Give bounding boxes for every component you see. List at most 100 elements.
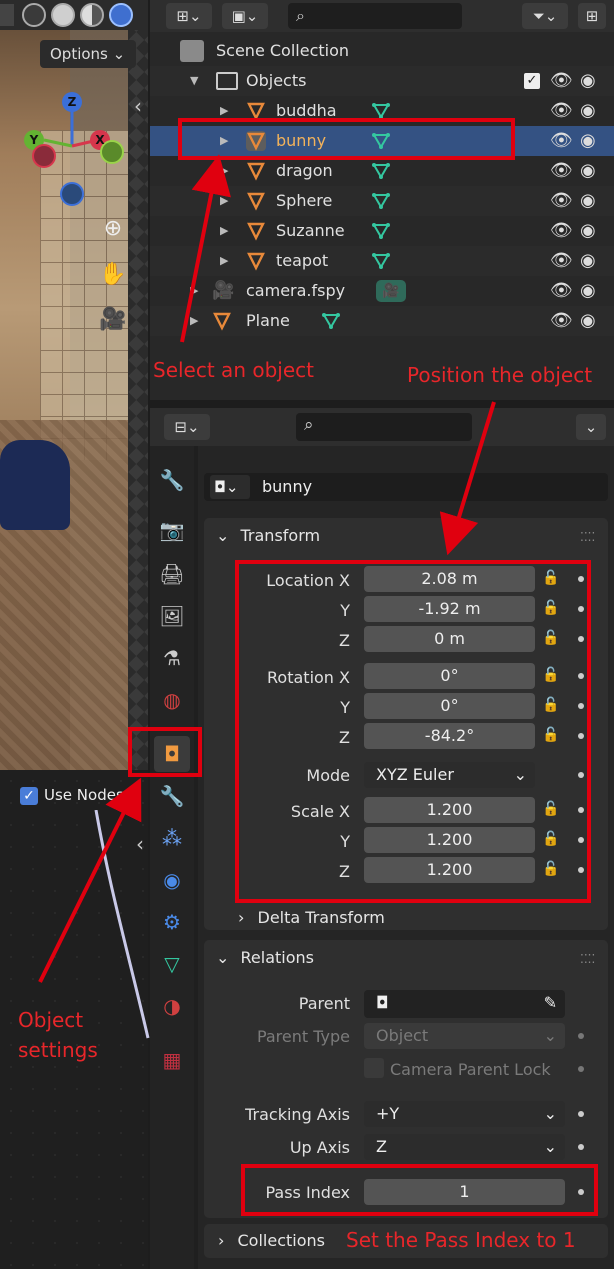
filter-button[interactable]: ⏷⌄ <box>522 3 568 29</box>
outliner-row[interactable]: ▶ Plane 👁 ◉ <box>150 306 614 336</box>
eye-icon[interactable]: 👁 <box>550 156 573 186</box>
view-layer-tab-icon[interactable]: 🖼 <box>154 598 190 634</box>
camera-icon[interactable]: 🎥 <box>98 305 128 335</box>
eye-icon[interactable]: 👁 <box>550 216 573 246</box>
3d-viewport[interactable]: Options ⌄ Z Y X ⊕ ✋ 🎥 ‹ <box>0 0 148 770</box>
render-camera-icon[interactable]: ◉ <box>580 156 596 186</box>
delta-transform-header[interactable]: › Delta Transform <box>238 908 385 927</box>
relations-panel-header[interactable]: ⌄ Relations <box>216 948 314 967</box>
chevron-down-icon: ⌄ <box>543 1026 557 1045</box>
render-tab-icon[interactable]: 📷 <box>154 512 190 548</box>
new-collection-button[interactable]: ⊞ <box>578 3 606 29</box>
drag-handle-icon[interactable]: ⁚⁚⁚⁚ <box>580 530 595 544</box>
mesh-data-icon[interactable] <box>372 252 390 270</box>
render-camera-icon[interactable]: ◉ <box>580 306 596 336</box>
texture-tab-icon[interactable]: ▦ <box>154 1042 190 1078</box>
chevron-down-icon: ⌄ <box>543 1137 557 1156</box>
outliner-row[interactable]: ▶ teapot 👁 ◉ <box>150 246 614 276</box>
material-shading-button[interactable] <box>80 3 104 27</box>
collections-panel-header[interactable]: › Collections <box>218 1231 325 1250</box>
transform-panel-header[interactable]: ⌄ Transform <box>216 526 320 545</box>
keyframe-dot[interactable] <box>578 1111 584 1117</box>
zoom-icon[interactable]: ⊕ <box>98 214 128 244</box>
mesh-object-icon <box>213 312 231 331</box>
outliner-row[interactable]: ▶ Sphere 👁 ◉ <box>150 186 614 216</box>
eye-icon[interactable]: 👁 <box>550 96 573 126</box>
output-tab-icon[interactable]: 🖨 <box>154 556 190 592</box>
scene-collection-row[interactable]: Scene Collection <box>150 36 614 66</box>
use-nodes-label: Use Nodes <box>44 786 124 804</box>
expand-arrow-icon[interactable]: ▶ <box>220 156 228 186</box>
outliner-row[interactable]: ▶ Suzanne 👁 ◉ <box>150 216 614 246</box>
wireframe-shading-button[interactable] <box>22 3 46 27</box>
mesh-object-icon <box>247 192 265 211</box>
drag-handle-icon[interactable]: ⁚⁚⁚⁚ <box>580 952 595 966</box>
annotation-object-settings-2: settings <box>18 1038 98 1062</box>
node-sidebar-toggle[interactable]: ‹ <box>136 832 144 856</box>
mesh-data-icon[interactable] <box>322 312 340 330</box>
expand-arrow-icon[interactable]: ▶ <box>190 306 198 336</box>
render-camera-icon[interactable]: ◉ <box>580 66 596 96</box>
properties-options-button[interactable]: ⌄ <box>576 414 606 440</box>
render-camera-icon[interactable]: ◉ <box>580 246 596 276</box>
chevron-right-icon: › <box>218 1231 225 1250</box>
keyframe-dot[interactable] <box>578 1144 584 1150</box>
eye-icon[interactable]: 👁 <box>550 186 573 216</box>
exclude-checkbox[interactable]: ✓ <box>524 73 540 89</box>
up-axis-label: Up Axis <box>289 1138 350 1157</box>
particles-tab-icon[interactable]: ⁂ <box>154 820 190 856</box>
options-dropdown[interactable]: Options ⌄ <box>40 40 136 68</box>
camera-data-icon[interactable]: 🎥 <box>376 280 406 302</box>
expand-arrow-icon[interactable]: ▶ <box>220 216 228 246</box>
outliner-row[interactable]: ▶ dragon 👁 ◉ <box>150 156 614 186</box>
objects-collection-row[interactable]: ▼ Objects ✓ 👁 ◉ <box>150 66 614 96</box>
physics-tab-icon[interactable]: ◉ <box>154 862 190 898</box>
render-camera-icon[interactable]: ◉ <box>580 276 596 306</box>
parent-field[interactable]: ◘ ✎ <box>364 990 565 1018</box>
viewport-header-overflow <box>0 4 14 26</box>
object-type-icon[interactable]: ◘⌄ <box>210 475 250 499</box>
properties-editor-type-button[interactable]: ⊟⌄ <box>164 414 210 440</box>
render-camera-icon[interactable]: ◉ <box>580 186 596 216</box>
up-axis-select[interactable]: Z ⌄ <box>364 1134 565 1160</box>
mesh-data-icon[interactable] <box>372 222 390 240</box>
eye-icon[interactable]: 👁 <box>550 276 573 306</box>
sidebar-toggle[interactable]: ‹ <box>134 94 142 118</box>
modifier-tab-icon[interactable]: 🔧 <box>154 778 190 814</box>
solid-shading-button[interactable] <box>51 3 75 27</box>
eye-icon[interactable]: 👁 <box>550 126 573 156</box>
expand-arrow-icon[interactable]: ▶ <box>190 276 198 306</box>
eyedropper-icon[interactable]: ✎ <box>544 990 557 1016</box>
object-name-field[interactable]: ◘⌄ bunny <box>204 473 608 501</box>
mesh-data-icon[interactable] <box>372 162 390 180</box>
chevron-down-icon: ⌄ <box>543 1104 557 1123</box>
scene-tab-icon[interactable]: ⚗ <box>154 640 190 676</box>
render-camera-icon[interactable]: ◉ <box>580 96 596 126</box>
properties-search-input[interactable]: ⌕ <box>296 413 472 441</box>
eye-icon[interactable]: 👁 <box>550 246 573 276</box>
eye-icon[interactable]: 👁 <box>550 306 573 336</box>
tracking-axis-select[interactable]: +Y ⌄ <box>364 1101 565 1127</box>
render-camera-icon[interactable]: ◉ <box>580 216 596 246</box>
render-camera-icon[interactable]: ◉ <box>580 126 596 156</box>
display-mode-button[interactable]: ▣⌄ <box>222 3 268 29</box>
collapse-arrow-icon[interactable]: ▼ <box>190 66 198 96</box>
constraints-tab-icon[interactable]: ⚙ <box>154 904 190 940</box>
up-axis-value: Z <box>376 1137 387 1156</box>
material-tab-icon[interactable]: ◑ <box>154 988 190 1024</box>
keyframe-dot <box>578 1066 584 1072</box>
eye-icon[interactable]: 👁 <box>550 66 573 96</box>
rendered-shading-button[interactable] <box>109 3 133 27</box>
expand-arrow-icon[interactable]: ▶ <box>220 186 228 216</box>
world-tab-icon[interactable]: ◍ <box>154 682 190 718</box>
mesh-data-tab-icon[interactable]: ▽ <box>154 946 190 982</box>
expand-arrow-icon[interactable]: ▶ <box>220 246 228 276</box>
outliner-search-input[interactable]: ⌕ <box>288 3 462 29</box>
mesh-data-icon[interactable] <box>372 192 390 210</box>
tool-tab-icon[interactable]: 🔧 <box>154 462 190 498</box>
outliner-row[interactable]: ▶ 🎥 camera.fspy 🎥 👁 ◉ <box>150 276 614 306</box>
use-nodes-toggle[interactable]: ✓ Use Nodes <box>20 786 124 805</box>
scene-collection-label: Scene Collection <box>216 41 350 60</box>
hand-icon[interactable]: ✋ <box>98 260 128 290</box>
editor-type-button[interactable]: ⊞⌄ <box>166 3 212 29</box>
